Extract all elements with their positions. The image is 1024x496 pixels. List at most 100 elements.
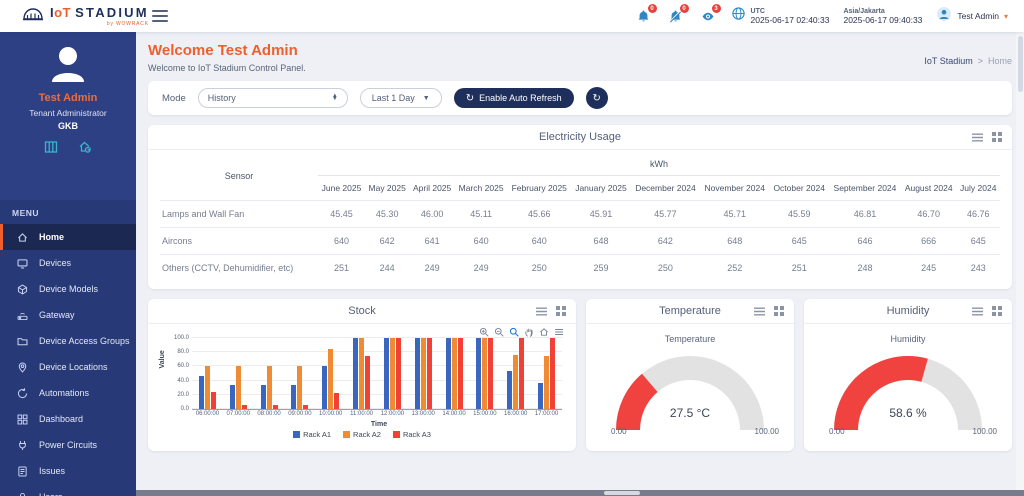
bar-rack-a1	[199, 376, 204, 409]
gauge-max-label: 100.00	[973, 427, 997, 436]
refresh-button[interactable]: ↻	[586, 87, 608, 109]
legend-item[interactable]: Rack A3	[393, 430, 431, 439]
home-icon[interactable]	[539, 327, 549, 337]
usage-value: 244	[365, 255, 409, 282]
x-tick-label: 08:00:00	[257, 409, 280, 417]
watch-eye-button[interactable]: 3	[699, 7, 717, 25]
user-avatar-icon	[936, 6, 952, 27]
sidebar-item-label: Home	[39, 232, 64, 242]
expand-icon[interactable]	[556, 306, 566, 316]
month-column-header: June 2025	[318, 176, 365, 201]
bar-rack-a1	[261, 385, 266, 409]
breadcrumb-separator: >	[978, 56, 983, 66]
usage-value: 45.71	[700, 201, 769, 228]
vertical-scrollbar-thumb[interactable]	[1018, 36, 1023, 92]
bar-rack-a2	[421, 338, 426, 409]
bar-rack-a2	[328, 349, 333, 409]
usage-value: 245	[901, 255, 957, 282]
sensor-name: Others (CCTV, Dehumidifier, etc)	[160, 255, 318, 282]
electricity-table: Sensor kWh June 2025May 2025April 2025Ma…	[160, 152, 1000, 281]
legend-item[interactable]: Rack A1	[293, 430, 331, 439]
expand-icon[interactable]	[992, 306, 1002, 316]
sidebar-item-issues[interactable]: Issues	[0, 458, 136, 484]
user-menu[interactable]: Test Admin ▾	[936, 6, 1008, 27]
horizontal-scrollbar-thumb[interactable]	[604, 491, 640, 495]
sidebar-item-automations[interactable]: Automations	[0, 380, 136, 406]
expand-icon[interactable]	[774, 306, 784, 316]
home-icon	[16, 230, 30, 244]
card-menu-icon[interactable]	[972, 133, 983, 142]
breadcrumb-current-link[interactable]: Home	[988, 56, 1012, 66]
gauge-value: 58.6 %	[813, 406, 1003, 420]
folder-icon	[16, 334, 30, 348]
legend-item[interactable]: Rack A2	[343, 430, 381, 439]
bar-rack-a3	[550, 338, 555, 409]
bar-rack-a3	[427, 338, 432, 409]
bar-rack-a3	[365, 356, 370, 409]
usage-value: 640	[318, 228, 365, 255]
bar-group: 13:00:00	[408, 338, 439, 409]
usage-value: 640	[455, 228, 508, 255]
x-tick-label: 13:00:00	[412, 409, 435, 417]
sidebar-item-label: Dashboard	[39, 414, 83, 424]
x-tick-label: 10:00:00	[319, 409, 342, 417]
alerts-bell-button[interactable]: 0	[667, 7, 685, 25]
sidebar-item-device-access-groups[interactable]: Device Access Groups	[0, 328, 136, 354]
usage-value: 46.76	[956, 201, 1000, 228]
enable-auto-refresh-button[interactable]: ↻ Enable Auto Refresh	[454, 88, 574, 108]
profile-role: Tenant Administrator	[0, 108, 136, 118]
y-tick-label: 100.0	[164, 335, 189, 341]
bar-rack-a3	[458, 338, 463, 409]
bar-group: 10:00:00	[315, 338, 346, 409]
legend-swatch	[393, 431, 400, 438]
menu-icon[interactable]	[554, 327, 564, 337]
sidebar-item-device-locations[interactable]: Device Locations	[0, 354, 136, 380]
sidebar-toggle-icon[interactable]	[152, 7, 168, 25]
sidebar-item-dashboard[interactable]: Dashboard	[0, 406, 136, 432]
usage-value: 641	[409, 228, 454, 255]
bar-rack-a2	[482, 338, 487, 409]
home-sync-icon[interactable]	[77, 139, 93, 160]
usage-value: 646	[829, 228, 901, 255]
zoom-out-icon[interactable]	[494, 327, 504, 337]
sidebar-item-devices[interactable]: Devices	[0, 250, 136, 276]
x-tick-label: 07:00:00	[227, 409, 250, 417]
pan-icon[interactable]	[524, 327, 534, 337]
sidebar-item-device-models[interactable]: Device Models	[0, 276, 136, 302]
sidebar-item-users[interactable]: Users	[0, 484, 136, 496]
usage-value: 645	[956, 228, 1000, 255]
usage-value: 46.81	[829, 201, 901, 228]
month-column-header: March 2025	[455, 176, 508, 201]
gauge-min-label: 0.00	[611, 427, 627, 436]
card-menu-icon[interactable]	[972, 307, 983, 316]
bar-group: 16:00:00	[500, 338, 531, 409]
notifications-bell-button[interactable]: 0	[635, 7, 653, 25]
profile-name: Test Admin	[0, 92, 136, 104]
y-tick-label: 40.0	[164, 378, 189, 384]
page-subtitle: Welcome to IoT Stadium Control Panel.	[148, 63, 306, 73]
brand-name: IoT STADIUM	[50, 5, 149, 20]
breadcrumb-root-link[interactable]: IoT Stadium	[924, 56, 972, 66]
usage-value: 45.66	[507, 201, 571, 228]
brand-logo[interactable]: IoT STADIUM by WOWRACK	[0, 5, 140, 27]
usage-value: 250	[507, 255, 571, 282]
time-range-select[interactable]: Last 1 Day ▼	[360, 88, 442, 108]
zoom-in-icon[interactable]	[479, 327, 489, 337]
columns-icon[interactable]	[43, 139, 59, 160]
vertical-scrollbar[interactable]	[1016, 32, 1024, 490]
sidebar-item-home[interactable]: Home	[0, 224, 136, 250]
zoom-select-icon[interactable]	[509, 327, 519, 337]
mode-select[interactable]: History ▲▼	[198, 88, 348, 108]
expand-icon[interactable]	[992, 132, 1002, 142]
dashboard-grid-icon	[16, 412, 30, 426]
card-menu-icon[interactable]	[754, 307, 765, 316]
sidebar-item-label: Issues	[39, 466, 65, 476]
usage-value: 648	[571, 228, 631, 255]
sidebar-item-gateway[interactable]: Gateway	[0, 302, 136, 328]
horizontal-scrollbar[interactable]	[136, 490, 1024, 496]
card-menu-icon[interactable]	[536, 307, 547, 316]
sidebar-item-power-circuits[interactable]: Power Circuits	[0, 432, 136, 458]
app-window: IoT STADIUM by WOWRACK 0 0 3	[0, 0, 1024, 496]
sensor-name: Lamps and Wall Fan	[160, 201, 318, 228]
legend-swatch	[293, 431, 300, 438]
